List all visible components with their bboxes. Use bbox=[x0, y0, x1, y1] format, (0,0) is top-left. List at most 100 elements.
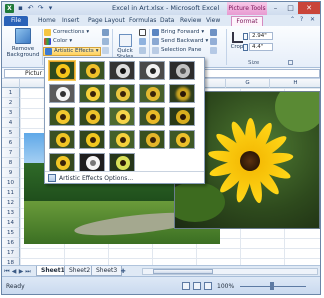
zoom-level[interactable]: 100% bbox=[217, 283, 234, 290]
align-button[interactable] bbox=[210, 28, 217, 37]
insert-sheet-icon[interactable]: ✚ bbox=[120, 268, 126, 275]
close-icon[interactable]: ✕ bbox=[298, 2, 320, 14]
selection-pane-button[interactable]: Selection Pane bbox=[152, 46, 201, 55]
undo-icon[interactable]: ↶ bbox=[27, 4, 34, 12]
effect-thumb[interactable] bbox=[139, 84, 165, 103]
height-field[interactable]: 2.94" bbox=[249, 32, 273, 40]
last-sheet-icon[interactable]: ⏭ bbox=[25, 268, 31, 275]
effect-thumb[interactable] bbox=[49, 153, 75, 172]
change-picture-button[interactable] bbox=[102, 37, 109, 46]
minimize-icon[interactable]: – bbox=[268, 2, 283, 14]
help-icon[interactable]: ? bbox=[300, 17, 306, 23]
effect-thumb[interactable] bbox=[169, 84, 195, 103]
sheet-tab-sheet3[interactable]: Sheet3 bbox=[91, 266, 123, 276]
effect-thumb[interactable] bbox=[109, 107, 135, 126]
row-header[interactable]: 3 bbox=[2, 108, 20, 118]
size-dialog-launcher-icon[interactable] bbox=[288, 60, 293, 65]
artistic-effects-options-item[interactable]: Artistic Effects Options... bbox=[48, 173, 133, 183]
next-sheet-icon[interactable]: ▶ bbox=[18, 268, 24, 275]
page-layout-view-icon[interactable] bbox=[193, 282, 201, 290]
tab-data[interactable]: Data bbox=[160, 16, 174, 26]
row-header[interactable]: 9 bbox=[2, 168, 20, 178]
workbook-close-icon[interactable]: ✕ bbox=[310, 17, 316, 23]
send-backward-button[interactable]: Send Backward ▾ bbox=[152, 37, 208, 46]
customize-qat-icon[interactable]: ▾ bbox=[47, 4, 54, 12]
compress-pictures-button[interactable] bbox=[102, 28, 109, 37]
row-header[interactable]: 14 bbox=[2, 218, 20, 228]
effect-thumb[interactable] bbox=[79, 84, 105, 103]
column-header-h[interactable]: H bbox=[270, 79, 320, 88]
effect-thumb[interactable] bbox=[79, 107, 105, 126]
rotate-button[interactable] bbox=[210, 46, 217, 55]
effect-thumb[interactable] bbox=[169, 107, 195, 126]
row-header[interactable]: 12 bbox=[2, 198, 20, 208]
zoom-slider-knob[interactable] bbox=[270, 282, 274, 290]
effect-thumb[interactable] bbox=[109, 153, 135, 172]
tab-file[interactable]: File bbox=[4, 16, 28, 26]
corrections-button[interactable]: Corrections ▾ bbox=[44, 28, 89, 37]
quick-styles-icon bbox=[118, 34, 132, 47]
horizontal-scrollbar[interactable] bbox=[142, 268, 318, 275]
row-header[interactable]: 2 bbox=[2, 98, 20, 108]
row-header[interactable]: 15 bbox=[2, 228, 20, 238]
first-sheet-icon[interactable]: ⏮ bbox=[4, 268, 10, 275]
row-header[interactable]: 8 bbox=[2, 158, 20, 168]
artistic-effects-button[interactable]: Artistic Effects ▾ bbox=[43, 47, 101, 56]
color-button[interactable]: Color ▾ bbox=[44, 37, 72, 46]
row-header[interactable]: 10 bbox=[2, 178, 20, 188]
effect-thumb[interactable] bbox=[139, 130, 165, 149]
tab-insert[interactable]: Insert bbox=[62, 16, 79, 26]
row-header[interactable]: 6 bbox=[2, 138, 20, 148]
picture-border-button[interactable] bbox=[139, 28, 146, 37]
effect-thumb[interactable] bbox=[139, 107, 165, 126]
save-icon[interactable]: ▪ bbox=[17, 4, 24, 12]
effect-thumb[interactable] bbox=[109, 130, 135, 149]
effect-thumb[interactable] bbox=[139, 61, 165, 80]
row-header[interactable]: 1 bbox=[2, 88, 20, 98]
effect-thumb[interactable] bbox=[79, 130, 105, 149]
effect-none-thumb[interactable] bbox=[48, 60, 76, 81]
scrollbar-thumb[interactable] bbox=[153, 269, 213, 274]
remove-background-button[interactable]: Remove Background bbox=[5, 28, 41, 58]
effect-thumb[interactable] bbox=[49, 107, 75, 126]
formula-input[interactable] bbox=[202, 69, 320, 78]
effect-thumb[interactable] bbox=[109, 84, 135, 103]
normal-view-icon[interactable] bbox=[182, 282, 190, 290]
group-button[interactable] bbox=[210, 37, 217, 46]
tab-format[interactable]: Format bbox=[231, 16, 263, 26]
tab-home[interactable]: Home bbox=[38, 16, 56, 26]
tab-view[interactable]: View bbox=[206, 16, 220, 26]
picture-layout-button[interactable] bbox=[139, 46, 146, 55]
maximize-icon[interactable]: □ bbox=[283, 2, 298, 14]
row-header[interactable]: 18 bbox=[2, 258, 20, 265]
effect-thumb[interactable] bbox=[169, 130, 195, 149]
page-break-view-icon[interactable] bbox=[204, 282, 212, 290]
row-header[interactable]: 5 bbox=[2, 128, 20, 138]
prev-sheet-icon[interactable]: ◀ bbox=[11, 268, 17, 275]
tab-page-layout[interactable]: Page Layout bbox=[88, 16, 125, 26]
effect-thumb[interactable] bbox=[49, 84, 75, 103]
picture-effects-button[interactable] bbox=[139, 37, 146, 46]
effect-thumb[interactable] bbox=[169, 61, 195, 80]
width-field[interactable]: 4.4" bbox=[249, 43, 273, 51]
column-header-g[interactable]: G bbox=[226, 79, 270, 88]
effect-thumb[interactable] bbox=[79, 153, 105, 172]
effect-thumb[interactable] bbox=[49, 130, 75, 149]
redo-icon[interactable]: ↷ bbox=[37, 4, 44, 12]
select-all-corner[interactable] bbox=[2, 79, 20, 88]
tab-review[interactable]: Review bbox=[180, 16, 201, 26]
row-header[interactable]: 13 bbox=[2, 208, 20, 218]
row-header[interactable]: 11 bbox=[2, 188, 20, 198]
effect-thumb[interactable] bbox=[79, 61, 105, 80]
excel-app-icon[interactable]: X bbox=[5, 4, 14, 13]
row-header[interactable]: 4 bbox=[2, 118, 20, 128]
minimize-ribbon-icon[interactable]: ⌃ bbox=[290, 17, 296, 23]
row-header[interactable]: 7 bbox=[2, 148, 20, 158]
crop-button[interactable]: Crop bbox=[230, 32, 244, 50]
row-header[interactable]: 16 bbox=[2, 238, 20, 248]
row-header[interactable]: 17 bbox=[2, 248, 20, 258]
reset-picture-button[interactable] bbox=[102, 46, 109, 55]
bring-forward-button[interactable]: Bring Forward ▾ bbox=[152, 28, 204, 37]
tab-formulas[interactable]: Formulas bbox=[129, 16, 156, 26]
effect-thumb[interactable] bbox=[109, 61, 135, 80]
